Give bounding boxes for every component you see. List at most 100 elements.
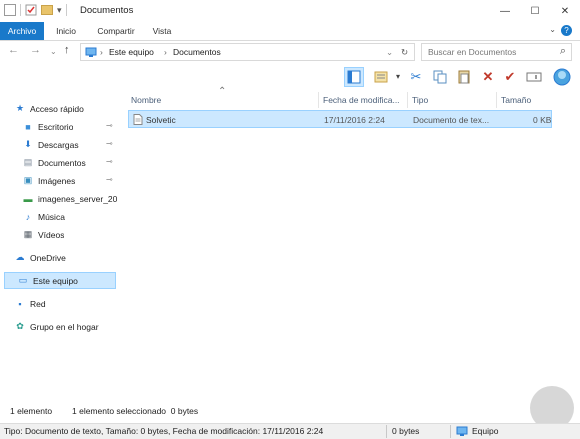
recent-locations-icon[interactable]: ⌄ xyxy=(50,47,57,56)
file-row[interactable]: Solvetic 17/11/2016 2:24 Documento de te… xyxy=(128,110,552,128)
column-header-tipo[interactable]: Tipo xyxy=(412,92,428,108)
up-arrow-icon[interactable]: ↑ xyxy=(64,44,70,56)
settings-orb-icon[interactable] xyxy=(552,67,572,87)
close-button[interactable]: ✕ xyxy=(550,0,580,22)
selection-info: 1 elemento seleccionado 0 bytes xyxy=(72,406,199,416)
toolbar-divider xyxy=(20,4,21,16)
customize-qat-icon[interactable]: ▾ xyxy=(57,5,62,16)
tab-compartir[interactable]: Compartir xyxy=(88,22,144,40)
search-icon[interactable]: ⌕ xyxy=(560,45,566,58)
status-divider xyxy=(386,425,387,438)
back-arrow-icon[interactable]: ← xyxy=(8,44,19,56)
quick-access-toolbar: ▾ xyxy=(4,4,67,16)
search-box[interactable]: Buscar en Documentos ⌕ xyxy=(421,43,572,61)
properties-icon[interactable] xyxy=(25,4,37,16)
maximize-button[interactable]: ☐ xyxy=(520,0,550,22)
delete-icon[interactable]: ✕ xyxy=(478,67,498,87)
details-location: Equipo xyxy=(472,426,499,436)
help-icon[interactable]: ? xyxy=(561,25,572,36)
download-icon: ⬇ xyxy=(24,139,32,149)
sidebar-item-label: Documentos xyxy=(38,157,86,168)
sidebar-item-imagenes-server-20[interactable]: ▬ imagenes_server_20 xyxy=(0,190,138,207)
music-icon: ♪ xyxy=(25,211,31,222)
picture-icon: ▣ xyxy=(23,175,33,185)
column-divider[interactable] xyxy=(407,92,408,108)
item-count: 1 elemento xyxy=(10,406,53,416)
sidebar-item-este-equipo[interactable]: ▭ Este equipo xyxy=(4,272,116,289)
computer-icon xyxy=(85,47,97,57)
sidebar-item-label: Red xyxy=(30,298,46,309)
file-type: Documento de tex... xyxy=(413,115,490,125)
sidebar-item-label: Acceso rápido xyxy=(30,103,84,114)
tab-vista[interactable]: Vista xyxy=(146,22,178,40)
sidebar-item-música[interactable]: ♪ Música xyxy=(0,208,138,225)
address-separator: › xyxy=(164,47,167,57)
column-divider[interactable] xyxy=(318,92,319,108)
video-icon: ▦ xyxy=(23,229,33,239)
file-size: 0 KB xyxy=(533,115,552,125)
file-name[interactable]: Solvetic xyxy=(146,115,176,125)
new-folder-icon[interactable] xyxy=(41,5,53,15)
document-icon: ▤ xyxy=(23,157,33,167)
breadcrumb-documentos[interactable]: Documentos xyxy=(173,47,221,57)
sidebar-item-label: OneDrive xyxy=(30,252,66,263)
pin-icon[interactable]: ⊸ xyxy=(106,139,113,148)
sidebar-item-label: Imágenes xyxy=(38,175,76,186)
file-date: 17/11/2016 2:24 xyxy=(324,115,385,125)
column-header-nombre[interactable]: Nombre xyxy=(131,92,161,108)
column-header-tamano[interactable]: Tamaño xyxy=(501,92,531,108)
address-bar[interactable]: › Este equipo › Documentos ⌄ ↻ xyxy=(80,43,415,61)
toolbar-divider xyxy=(65,4,67,16)
sidebar-item-label: Grupo en el hogar xyxy=(30,321,99,332)
sidebar-item-label: Este equipo xyxy=(33,275,78,286)
paste-icon[interactable] xyxy=(454,67,474,87)
sidebar-item-label: imagenes_server_20 xyxy=(38,193,118,204)
server-folder-icon: ▬ xyxy=(23,193,33,204)
view-dropdown-icon[interactable]: ▾ xyxy=(396,72,400,81)
view-options-button[interactable] xyxy=(372,67,392,87)
ribbon-expand-icon[interactable]: ⌄ xyxy=(549,25,556,34)
sidebar-item-documentos[interactable]: ▤ Documentos xyxy=(0,154,138,171)
sidebar-item-imágenes[interactable]: ▣ Imágenes xyxy=(0,172,138,189)
tab-inicio[interactable]: Inicio xyxy=(48,22,84,40)
sidebar-item-vídeos[interactable]: ▦ Vídeos xyxy=(0,226,138,243)
breadcrumb-este-equipo[interactable]: Este equipo xyxy=(109,47,154,57)
preview-pane-button[interactable] xyxy=(344,67,364,87)
orb-glyph xyxy=(553,68,571,86)
computer-icon xyxy=(456,426,468,436)
copy-icon[interactable] xyxy=(430,67,450,87)
tab-archivo[interactable]: Archivo xyxy=(0,22,44,40)
forward-arrow-icon[interactable]: → xyxy=(30,44,41,56)
sidebar-item-onedrive[interactable]: ☁ OneDrive xyxy=(0,249,130,266)
star-icon: ★ xyxy=(15,103,25,113)
sidebar-item-acceso-rápido[interactable]: ★ Acceso rápido xyxy=(0,100,130,117)
pin-icon[interactable]: ⊸ xyxy=(106,157,113,166)
sidebar-item-grupo-en-el-hogar[interactable]: ✿ Grupo en el hogar xyxy=(0,318,130,335)
app-menu-icon[interactable] xyxy=(4,4,16,16)
pin-icon[interactable]: ⊸ xyxy=(106,121,113,130)
paste-glyph xyxy=(458,70,470,84)
column-header-fecha[interactable]: Fecha de modifica... xyxy=(323,92,400,108)
sidebar-item-label: Vídeos xyxy=(38,229,65,240)
copy-glyph xyxy=(433,70,447,84)
sidebar-item-label: Escritorio xyxy=(38,121,74,132)
status-divider xyxy=(450,425,451,438)
rename-glyph xyxy=(526,72,542,82)
column-divider[interactable] xyxy=(496,92,497,108)
sidebar-item-descargas[interactable]: ⬇ Descargas xyxy=(0,136,138,153)
pin-icon[interactable]: ⊸ xyxy=(106,175,113,184)
refresh-icon[interactable]: ↻ xyxy=(401,47,408,58)
cut-icon[interactable]: ✂ xyxy=(406,67,426,87)
text-file-icon xyxy=(133,114,143,125)
checkmark-icon[interactable]: ✔ xyxy=(500,67,520,87)
rename-icon[interactable] xyxy=(524,67,544,87)
computer-icon: ▭ xyxy=(18,275,28,285)
details-size: 0 bytes xyxy=(392,426,420,436)
search-input[interactable]: Buscar en Documentos xyxy=(428,47,516,57)
address-dropdown-icon[interactable]: ⌄ xyxy=(386,47,393,58)
minimize-button[interactable]: — xyxy=(490,0,520,22)
view-icon xyxy=(374,71,388,83)
sidebar-item-escritorio[interactable]: ■ Escritorio xyxy=(0,118,138,135)
ribbon-tabs: Archivo Inicio Compartir Vista xyxy=(0,22,580,41)
sidebar-item-red[interactable]: ▪ Red xyxy=(0,295,130,312)
